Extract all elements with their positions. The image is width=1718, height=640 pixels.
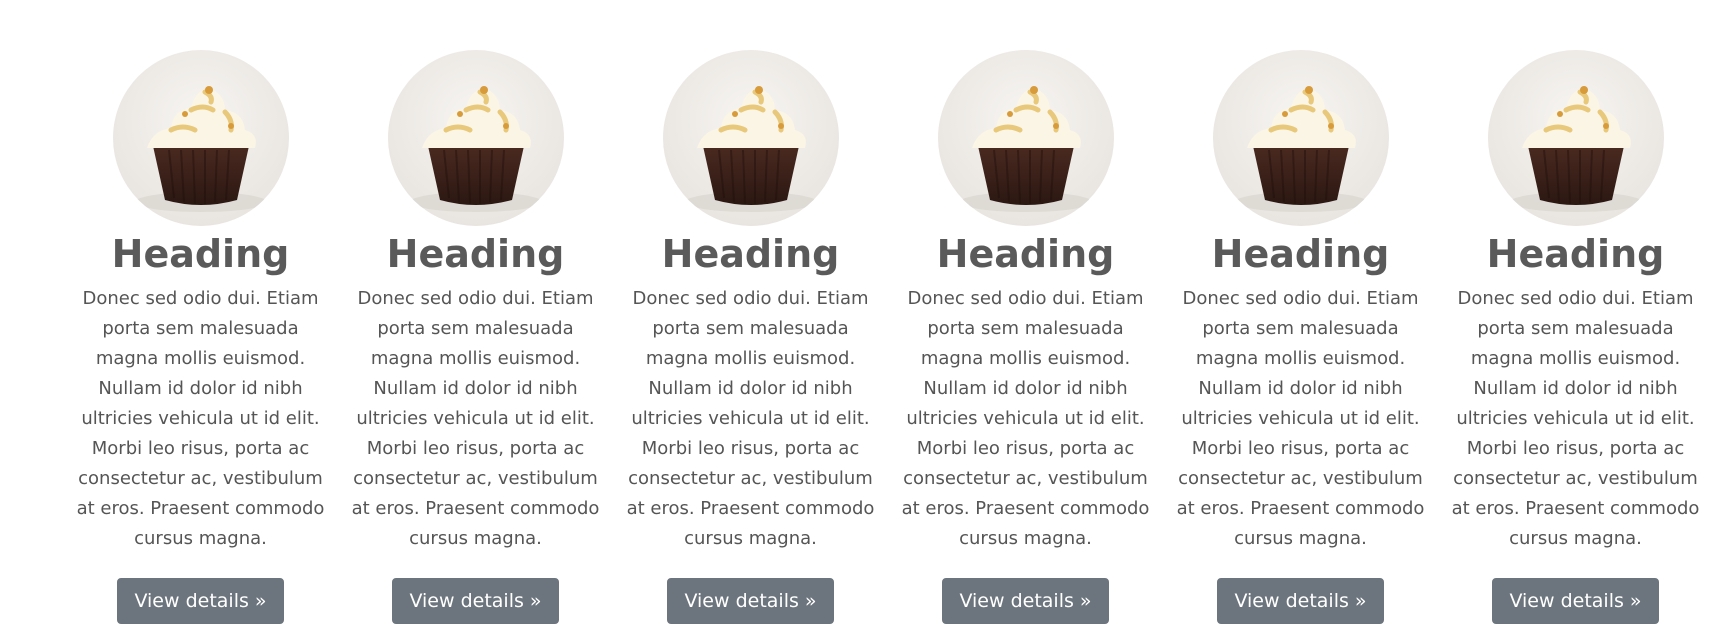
column-text: Donec sed odio dui. Etiam porta sem male…	[626, 288, 875, 549]
view-details-button[interactable]: View details »	[667, 578, 834, 624]
view-details-button[interactable]: View details »	[117, 578, 284, 624]
column-5: Heading Donec sed odio dui. Etiam porta …	[1163, 50, 1438, 624]
cupcake-icon	[387, 50, 564, 226]
cupcake-icon	[1212, 50, 1389, 226]
column-text: Donec sed odio dui. Etiam porta sem male…	[351, 288, 600, 549]
marketing-columns: Heading Donec sed odio dui. Etiam porta …	[63, 50, 1713, 624]
column-1: Heading Donec sed odio dui. Etiam porta …	[63, 50, 338, 624]
view-details-button[interactable]: View details »	[1217, 578, 1384, 624]
column-heading: Heading	[111, 232, 290, 276]
column-heading: Heading	[1486, 232, 1665, 276]
column-heading: Heading	[1211, 232, 1390, 276]
column-6: Heading Donec sed odio dui. Etiam porta …	[1438, 50, 1713, 624]
view-details-button[interactable]: View details »	[1492, 578, 1659, 624]
column-heading: Heading	[936, 232, 1115, 276]
cupcake-icon	[1487, 50, 1664, 226]
cupcake-icon	[937, 50, 1114, 226]
cupcake-icon	[112, 50, 289, 226]
column-4: Heading Donec sed odio dui. Etiam porta …	[888, 50, 1163, 624]
column-2: Heading Donec sed odio dui. Etiam porta …	[338, 50, 613, 624]
column-text: Donec sed odio dui. Etiam porta sem male…	[901, 288, 1150, 549]
view-details-button[interactable]: View details »	[392, 578, 559, 624]
view-details-button[interactable]: View details »	[942, 578, 1109, 624]
cupcake-icon	[662, 50, 839, 226]
column-text: Donec sed odio dui. Etiam porta sem male…	[1176, 288, 1425, 549]
column-3: Heading Donec sed odio dui. Etiam porta …	[613, 50, 888, 624]
column-text: Donec sed odio dui. Etiam porta sem male…	[1451, 288, 1700, 549]
column-text: Donec sed odio dui. Etiam porta sem male…	[76, 288, 325, 549]
column-heading: Heading	[661, 232, 840, 276]
column-heading: Heading	[386, 232, 565, 276]
